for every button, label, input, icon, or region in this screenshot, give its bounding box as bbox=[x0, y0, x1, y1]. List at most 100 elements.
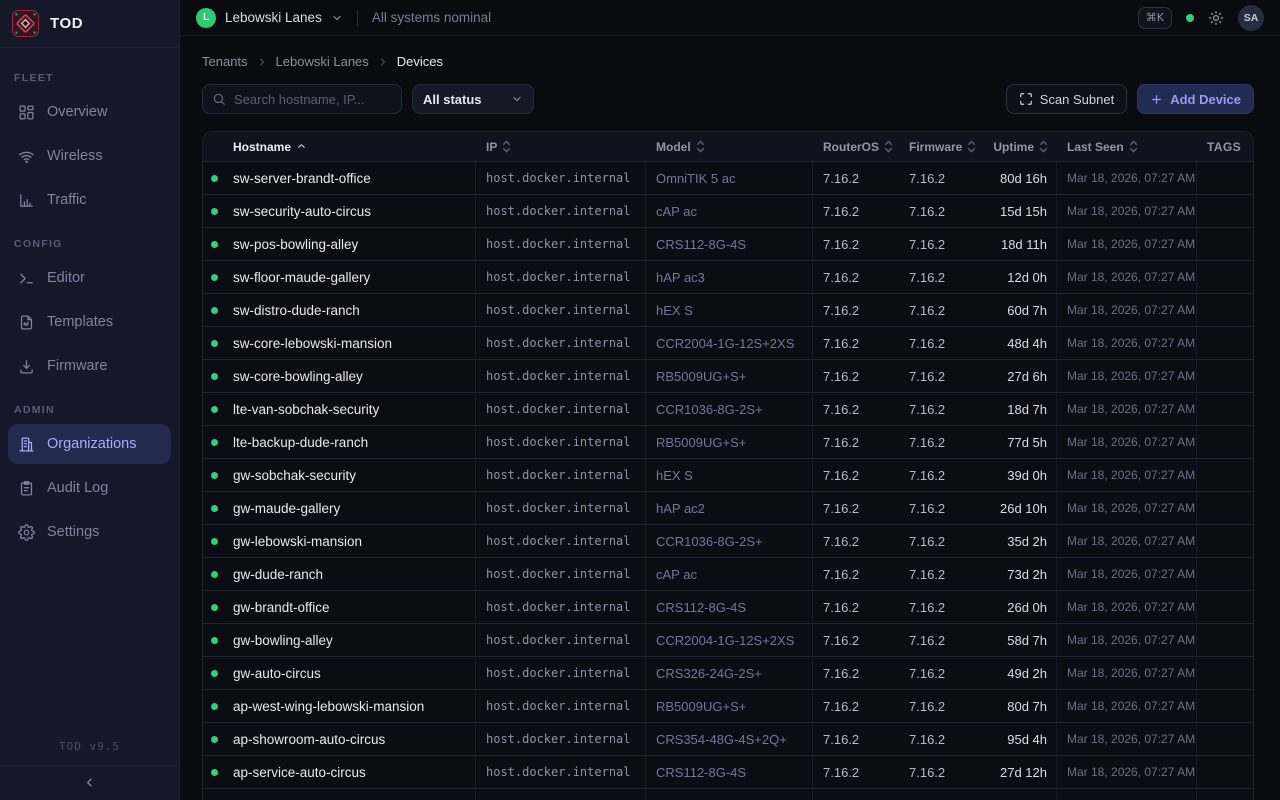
sidebar-item-firmware[interactable]: Firmware bbox=[8, 346, 171, 386]
table-row[interactable]: sw-security-auto-circushost.docker.inter… bbox=[203, 195, 1253, 228]
table-row[interactable]: gw-lebowski-mansionhost.docker.internalC… bbox=[203, 525, 1253, 558]
sidebar-item-overview[interactable]: Overview bbox=[8, 92, 171, 132]
cell-status bbox=[203, 525, 233, 557]
cell-ip: host.docker.internal bbox=[476, 360, 646, 392]
cell-firmware: 7.16.2 bbox=[899, 162, 983, 194]
status-online-dot bbox=[211, 472, 218, 479]
cell-uptime: 26d 10h bbox=[983, 492, 1057, 524]
table-row[interactable]: sw-server-brandt-officehost.docker.inter… bbox=[203, 162, 1253, 195]
scan-subnet-button[interactable]: Scan Subnet bbox=[1006, 84, 1127, 114]
status-filter-value: All status bbox=[423, 92, 482, 107]
command-palette-shortcut[interactable]: ⌘K bbox=[1138, 7, 1172, 29]
cell-hostname: lte-van-sobchak-security bbox=[233, 393, 476, 425]
table-row[interactable]: gw-sobchak-securityhost.docker.internalh… bbox=[203, 459, 1253, 492]
cell-status bbox=[203, 558, 233, 590]
cell-model: cAP ac bbox=[646, 558, 813, 590]
content-area: L Lebowski Lanes All systems nominal ⌘K … bbox=[180, 0, 1280, 800]
cell-ip: host.docker.internal bbox=[476, 426, 646, 458]
cell-hostname: sw-floor-maude-gallery bbox=[233, 261, 476, 293]
column-header-ip[interactable]: IP bbox=[476, 132, 646, 161]
column-header-routeros[interactable]: RouterOS bbox=[813, 132, 899, 161]
table-row[interactable]: sw-core-bowling-alleyhost.docker.interna… bbox=[203, 360, 1253, 393]
table-row[interactable]: gw-brandt-officehost.docker.internalCRS1… bbox=[203, 591, 1253, 624]
sidebar-item-organizations[interactable]: Organizations bbox=[8, 424, 171, 464]
table-row[interactable]: ap-west-wing-lebowski-mansionhost.docker… bbox=[203, 690, 1253, 723]
cell-last_seen: Mar 18, 2026, 07:27 AM bbox=[1057, 228, 1197, 260]
chevron-right-icon bbox=[256, 56, 268, 68]
theme-toggle-button[interactable] bbox=[1208, 10, 1224, 26]
cell-status bbox=[203, 360, 233, 392]
breadcrumb-tenants[interactable]: Tenants bbox=[202, 54, 248, 69]
tenant-switcher[interactable]: L Lebowski Lanes bbox=[196, 8, 343, 28]
cell-firmware: 7.16.2 bbox=[899, 195, 983, 227]
cell-tags bbox=[1197, 294, 1253, 326]
cell-status bbox=[203, 591, 233, 623]
bar-chart-icon bbox=[18, 192, 35, 209]
sort-asc-icon bbox=[296, 141, 307, 152]
status-online-dot bbox=[211, 307, 218, 314]
table-row[interactable]: gw-bowling-alleyhost.docker.internalCCR2… bbox=[203, 624, 1253, 657]
tod-diamond-logo-icon bbox=[12, 10, 39, 37]
cell-ip: host.docker.internal bbox=[476, 525, 646, 557]
table-row[interactable]: gw-auto-circushost.docker.internalCRS326… bbox=[203, 657, 1253, 690]
cell-last_seen: Mar 18, 2026, 07:27 AM bbox=[1057, 294, 1197, 326]
table-row[interactable]: lte-van-sobchak-securityhost.docker.inte… bbox=[203, 393, 1253, 426]
cell-status bbox=[203, 723, 233, 755]
cell-tags bbox=[1197, 426, 1253, 458]
cell-routeros: 7.16.2 bbox=[813, 294, 899, 326]
status-online-dot bbox=[211, 274, 218, 281]
breadcrumb-tenant-name[interactable]: Lebowski Lanes bbox=[276, 54, 369, 69]
cell-model: hEX S bbox=[646, 294, 813, 326]
table-row[interactable]: sw-pos-bowling-alleyhost.docker.internal… bbox=[203, 228, 1253, 261]
topbar-divider bbox=[357, 10, 358, 26]
sidebar-item-wireless[interactable]: Wireless bbox=[8, 136, 171, 176]
sidebar-header: TOD bbox=[0, 0, 179, 48]
add-device-button[interactable]: Add Device bbox=[1137, 84, 1254, 114]
table-row[interactable]: gw-dude-ranchhost.docker.internalcAP ac7… bbox=[203, 558, 1253, 591]
main-panel: Tenants Lebowski Lanes Devices All statu… bbox=[180, 36, 1280, 800]
search-input[interactable] bbox=[202, 84, 402, 114]
status-filter-select[interactable]: All status bbox=[412, 84, 534, 114]
cell-uptime: 35d 2h bbox=[983, 525, 1057, 557]
sidebar-item-label: Firmware bbox=[47, 358, 107, 374]
cell-routeros: 7.16.2 bbox=[813, 591, 899, 623]
terminal-icon bbox=[18, 270, 35, 287]
sidebar-collapse-button[interactable] bbox=[82, 775, 97, 790]
sidebar-item-editor[interactable]: Editor bbox=[8, 258, 171, 298]
column-label: Firmware bbox=[909, 140, 962, 154]
table-row[interactable]: ap-showroom-auto-circushost.docker.inter… bbox=[203, 723, 1253, 756]
cell-ip: host.docker.internal bbox=[476, 294, 646, 326]
sidebar-item-templates[interactable]: Templates bbox=[8, 302, 171, 342]
column-header-firmware[interactable]: Firmware bbox=[899, 132, 983, 161]
table-row[interactable]: sw-floor-maude-galleryhost.docker.intern… bbox=[203, 261, 1253, 294]
column-header-hostname[interactable]: Hostname bbox=[233, 132, 476, 161]
cell-hostname: sw-server-brandt-office bbox=[233, 162, 476, 194]
sidebar-item-settings[interactable]: Settings bbox=[8, 512, 171, 552]
cell-routeros: 7.16.2 bbox=[813, 690, 899, 722]
cell-uptime: 27d 12h bbox=[983, 756, 1057, 788]
user-avatar[interactable]: SA bbox=[1238, 5, 1264, 31]
cell-uptime: 26d 0h bbox=[983, 591, 1057, 623]
cell-routeros: 7.16.2 bbox=[813, 459, 899, 491]
sidebar-item-traffic[interactable]: Traffic bbox=[8, 180, 171, 220]
column-header-uptime[interactable]: Uptime bbox=[983, 132, 1057, 161]
section-label-config: CONFIG bbox=[8, 224, 171, 258]
sidebar-item-audit-log[interactable]: Audit Log bbox=[8, 468, 171, 508]
table-row[interactable]: gw-maude-galleryhost.docker.internalhAP … bbox=[203, 492, 1253, 525]
cell-routeros: 7.16.2 bbox=[813, 261, 899, 293]
column-header-last-seen[interactable]: Last Seen bbox=[1057, 132, 1197, 161]
cell-status bbox=[203, 657, 233, 689]
app-version: TOD v9.5 bbox=[0, 740, 179, 765]
cell-tags bbox=[1197, 723, 1253, 755]
table-row[interactable]: sw-core-lebowski-mansionhost.docker.inte… bbox=[203, 327, 1253, 360]
cell-status bbox=[203, 459, 233, 491]
cell-model: cAP ac bbox=[646, 195, 813, 227]
cell-model: hAP ac2 bbox=[646, 492, 813, 524]
cell-status bbox=[203, 393, 233, 425]
table-row[interactable]: sw-distro-dude-ranchhost.docker.internal… bbox=[203, 294, 1253, 327]
cell-status bbox=[203, 294, 233, 326]
table-row[interactable]: ap-service-auto-circushost.docker.intern… bbox=[203, 756, 1253, 789]
column-header-model[interactable]: Model bbox=[646, 132, 813, 161]
table-row[interactable]: lte-backup-dude-ranchhost.docker.interna… bbox=[203, 426, 1253, 459]
cell-last_seen: Mar 18, 2026, 07:27 AM bbox=[1057, 492, 1197, 524]
